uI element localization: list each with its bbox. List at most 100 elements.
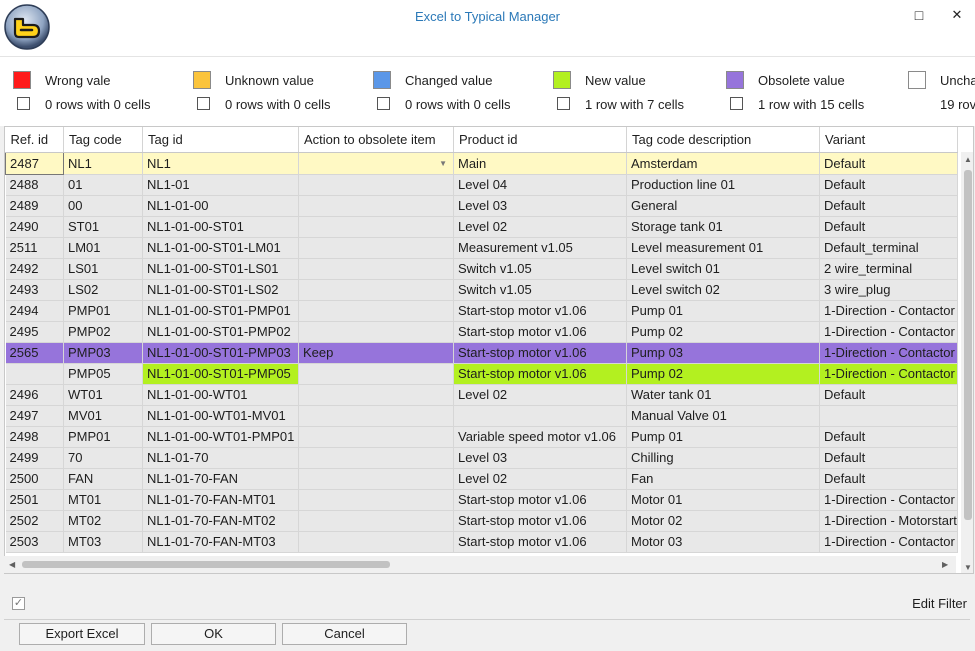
table-cell[interactable]: Pump 02 xyxy=(626,363,820,385)
table-cell[interactable]: NL1-01-70-FAN-MT02 xyxy=(142,510,299,532)
column-header[interactable]: Action to obsolete item xyxy=(298,127,454,153)
table-cell[interactable]: 2500 xyxy=(5,468,64,490)
table-row[interactable]: 2502 MT02 NL1-01-70-FAN-MT02 Start-stop mot… xyxy=(5,510,958,532)
table-cell[interactable]: Level switch 02 xyxy=(626,279,820,301)
table-cell[interactable]: MT03 xyxy=(63,531,143,553)
table-cell[interactable]: NL1 xyxy=(63,152,143,175)
table-cell[interactable]: 2497 xyxy=(5,405,64,427)
table-row[interactable]: PMP05 NL1-01-00-ST01-PMP05 Start-stop moto… xyxy=(5,363,958,385)
column-header[interactable]: Tag code description xyxy=(626,127,820,153)
table-cell[interactable]: Switch v1.05 xyxy=(453,258,627,280)
table-cell[interactable] xyxy=(298,426,454,448)
table-cell[interactable]: Measurement v1.05 xyxy=(453,237,627,259)
table-row[interactable]: 2488 01 NL1-01 Level 04 Production line 01 De… xyxy=(5,174,958,196)
table-cell[interactable]: 2499 xyxy=(5,447,64,469)
table-row[interactable]: 2499 70 NL1-01-70 Level 03 Chilling Default xyxy=(5,447,958,469)
close-button[interactable]: ✕ xyxy=(943,4,971,26)
table-cell[interactable] xyxy=(298,321,454,343)
table-cell[interactable]: Switch v1.05 xyxy=(453,279,627,301)
table-cell[interactable]: Start-stop motor v1.06 xyxy=(453,363,627,385)
table-cell[interactable]: 2501 xyxy=(5,489,64,511)
table-cell[interactable]: 1-Direction - Contactor xyxy=(819,531,958,553)
table-cell[interactable]: 2489 xyxy=(5,195,64,217)
table-row[interactable]: 2565 PMP03 NL1-01-00-ST01-PMP03 Keep Start-s… xyxy=(5,342,958,364)
table-cell[interactable]: Start-stop motor v1.06 xyxy=(453,531,627,553)
table-cell[interactable]: Level 04 xyxy=(453,174,627,196)
table-cell[interactable]: Level measurement 01 xyxy=(626,237,820,259)
table-cell[interactable]: Default xyxy=(819,216,958,238)
table-cell[interactable]: MT01 xyxy=(63,489,143,511)
legend-checkbox[interactable] xyxy=(17,97,30,110)
table-cell[interactable]: Default xyxy=(819,152,958,175)
table-cell[interactable]: MV01 xyxy=(63,405,143,427)
table-cell[interactable]: 01 xyxy=(63,174,143,196)
table-cell[interactable] xyxy=(298,195,454,217)
table-row[interactable]: 2498 PMP01 NL1-01-00-WT01-PMP01 Variable sp… xyxy=(5,426,958,448)
scroll-right-icon[interactable]: ▶ xyxy=(942,560,948,569)
table-row[interactable]: 2501 MT01 NL1-01-70-FAN-MT01 Start-stop mot… xyxy=(5,489,958,511)
table-cell[interactable]: NL1 xyxy=(142,152,299,175)
table-cell[interactable]: Pump 03 xyxy=(626,342,820,364)
table-cell[interactable]: Start-stop motor v1.06 xyxy=(453,489,627,511)
table-cell[interactable]: PMP02 xyxy=(63,321,143,343)
table-cell[interactable]: NL1-01-00-ST01-PMP02 xyxy=(142,321,299,343)
table-cell[interactable]: 2496 xyxy=(5,384,64,406)
table-row[interactable]: 2497 MV01 NL1-01-00-WT01-MV01 Manual Valve … xyxy=(5,405,958,427)
table-cell[interactable]: NL1-01-00-ST01-PMP03 xyxy=(142,342,299,364)
table-cell[interactable] xyxy=(298,468,454,490)
scroll-left-icon[interactable]: ◀ xyxy=(9,560,15,569)
table-cell[interactable]: 2511 xyxy=(5,237,64,259)
table-cell[interactable]: PMP03 xyxy=(63,342,143,364)
table-cell[interactable]: General xyxy=(626,195,820,217)
table-cell[interactable]: 2492 xyxy=(5,258,64,280)
table-row[interactable]: 2490 ST01 NL1-01-00-ST01 Level 02 Storage ta… xyxy=(5,216,958,238)
table-cell[interactable] xyxy=(298,447,454,469)
table-cell[interactable]: Default xyxy=(819,447,958,469)
table-cell[interactable]: Default xyxy=(819,195,958,217)
table-cell[interactable]: Default xyxy=(819,384,958,406)
table-cell[interactable]: Motor 01 xyxy=(626,489,820,511)
table-cell[interactable]: 2 wire_terminal xyxy=(819,258,958,280)
vertical-scroll-thumb[interactable] xyxy=(964,170,972,520)
filter-enable-checkbox[interactable]: ✓ xyxy=(12,597,25,610)
table-cell[interactable]: 2490 xyxy=(5,216,64,238)
table-cell[interactable]: 1-Direction - Contactor xyxy=(819,363,958,385)
table-cell[interactable]: NL1-01-00-ST01-LS02 xyxy=(142,279,299,301)
table-cell[interactable]: Water tank 01 xyxy=(626,384,820,406)
table-cell[interactable]: FAN xyxy=(63,468,143,490)
table-row[interactable]: 2495 PMP02 NL1-01-00-ST01-PMP02 Start-stop … xyxy=(5,321,958,343)
horizontal-scrollbar[interactable]: ◀ ▶ xyxy=(4,556,956,573)
table-cell[interactable] xyxy=(298,258,454,280)
table-cell[interactable]: Start-stop motor v1.06 xyxy=(453,300,627,322)
table-cell[interactable]: Level 03 xyxy=(453,195,627,217)
table-row[interactable]: 2494 PMP01 NL1-01-00-ST01-PMP01 Start-stop … xyxy=(5,300,958,322)
column-header[interactable]: Variant xyxy=(819,127,958,153)
legend-checkbox[interactable] xyxy=(730,97,743,110)
column-header[interactable]: Ref. id xyxy=(5,127,64,153)
table-cell[interactable]: 2487 xyxy=(5,151,64,175)
table-cell[interactable]: 2565 xyxy=(5,342,64,364)
table-cell[interactable] xyxy=(298,489,454,511)
table-cell[interactable]: Fan xyxy=(626,468,820,490)
table-cell[interactable]: Level 02 xyxy=(453,216,627,238)
table-cell[interactable] xyxy=(298,510,454,532)
dropdown-arrow-icon[interactable]: ▼ xyxy=(439,153,447,174)
table-cell[interactable]: ST01 xyxy=(63,216,143,238)
table-cell[interactable]: LS02 xyxy=(63,279,143,301)
table-cell[interactable]: 1-Direction - Contactor xyxy=(819,489,958,511)
scroll-down-icon[interactable]: ▼ xyxy=(964,563,972,572)
table-cell[interactable]: Level 02 xyxy=(453,468,627,490)
table-cell[interactable]: NL1-01-00-WT01-PMP01 xyxy=(142,426,299,448)
legend-checkbox[interactable] xyxy=(377,97,390,110)
table-cell[interactable]: Production line 01 xyxy=(626,174,820,196)
maximize-button[interactable]: □ xyxy=(905,4,933,26)
table-cell[interactable]: PMP05 xyxy=(63,363,143,385)
table-cell[interactable] xyxy=(819,405,958,427)
table-cell[interactable]: Pump 02 xyxy=(626,321,820,343)
table-cell[interactable]: 3 wire_plug xyxy=(819,279,958,301)
table-cell[interactable] xyxy=(298,216,454,238)
table-cell[interactable]: NL1-01-70-FAN xyxy=(142,468,299,490)
table-cell[interactable]: 2498 xyxy=(5,426,64,448)
table-cell[interactable]: NL1-01-00-ST01-PMP05 xyxy=(142,363,299,385)
table-row[interactable]: 2489 00 NL1-01-00 Level 03 General Default xyxy=(5,195,958,217)
